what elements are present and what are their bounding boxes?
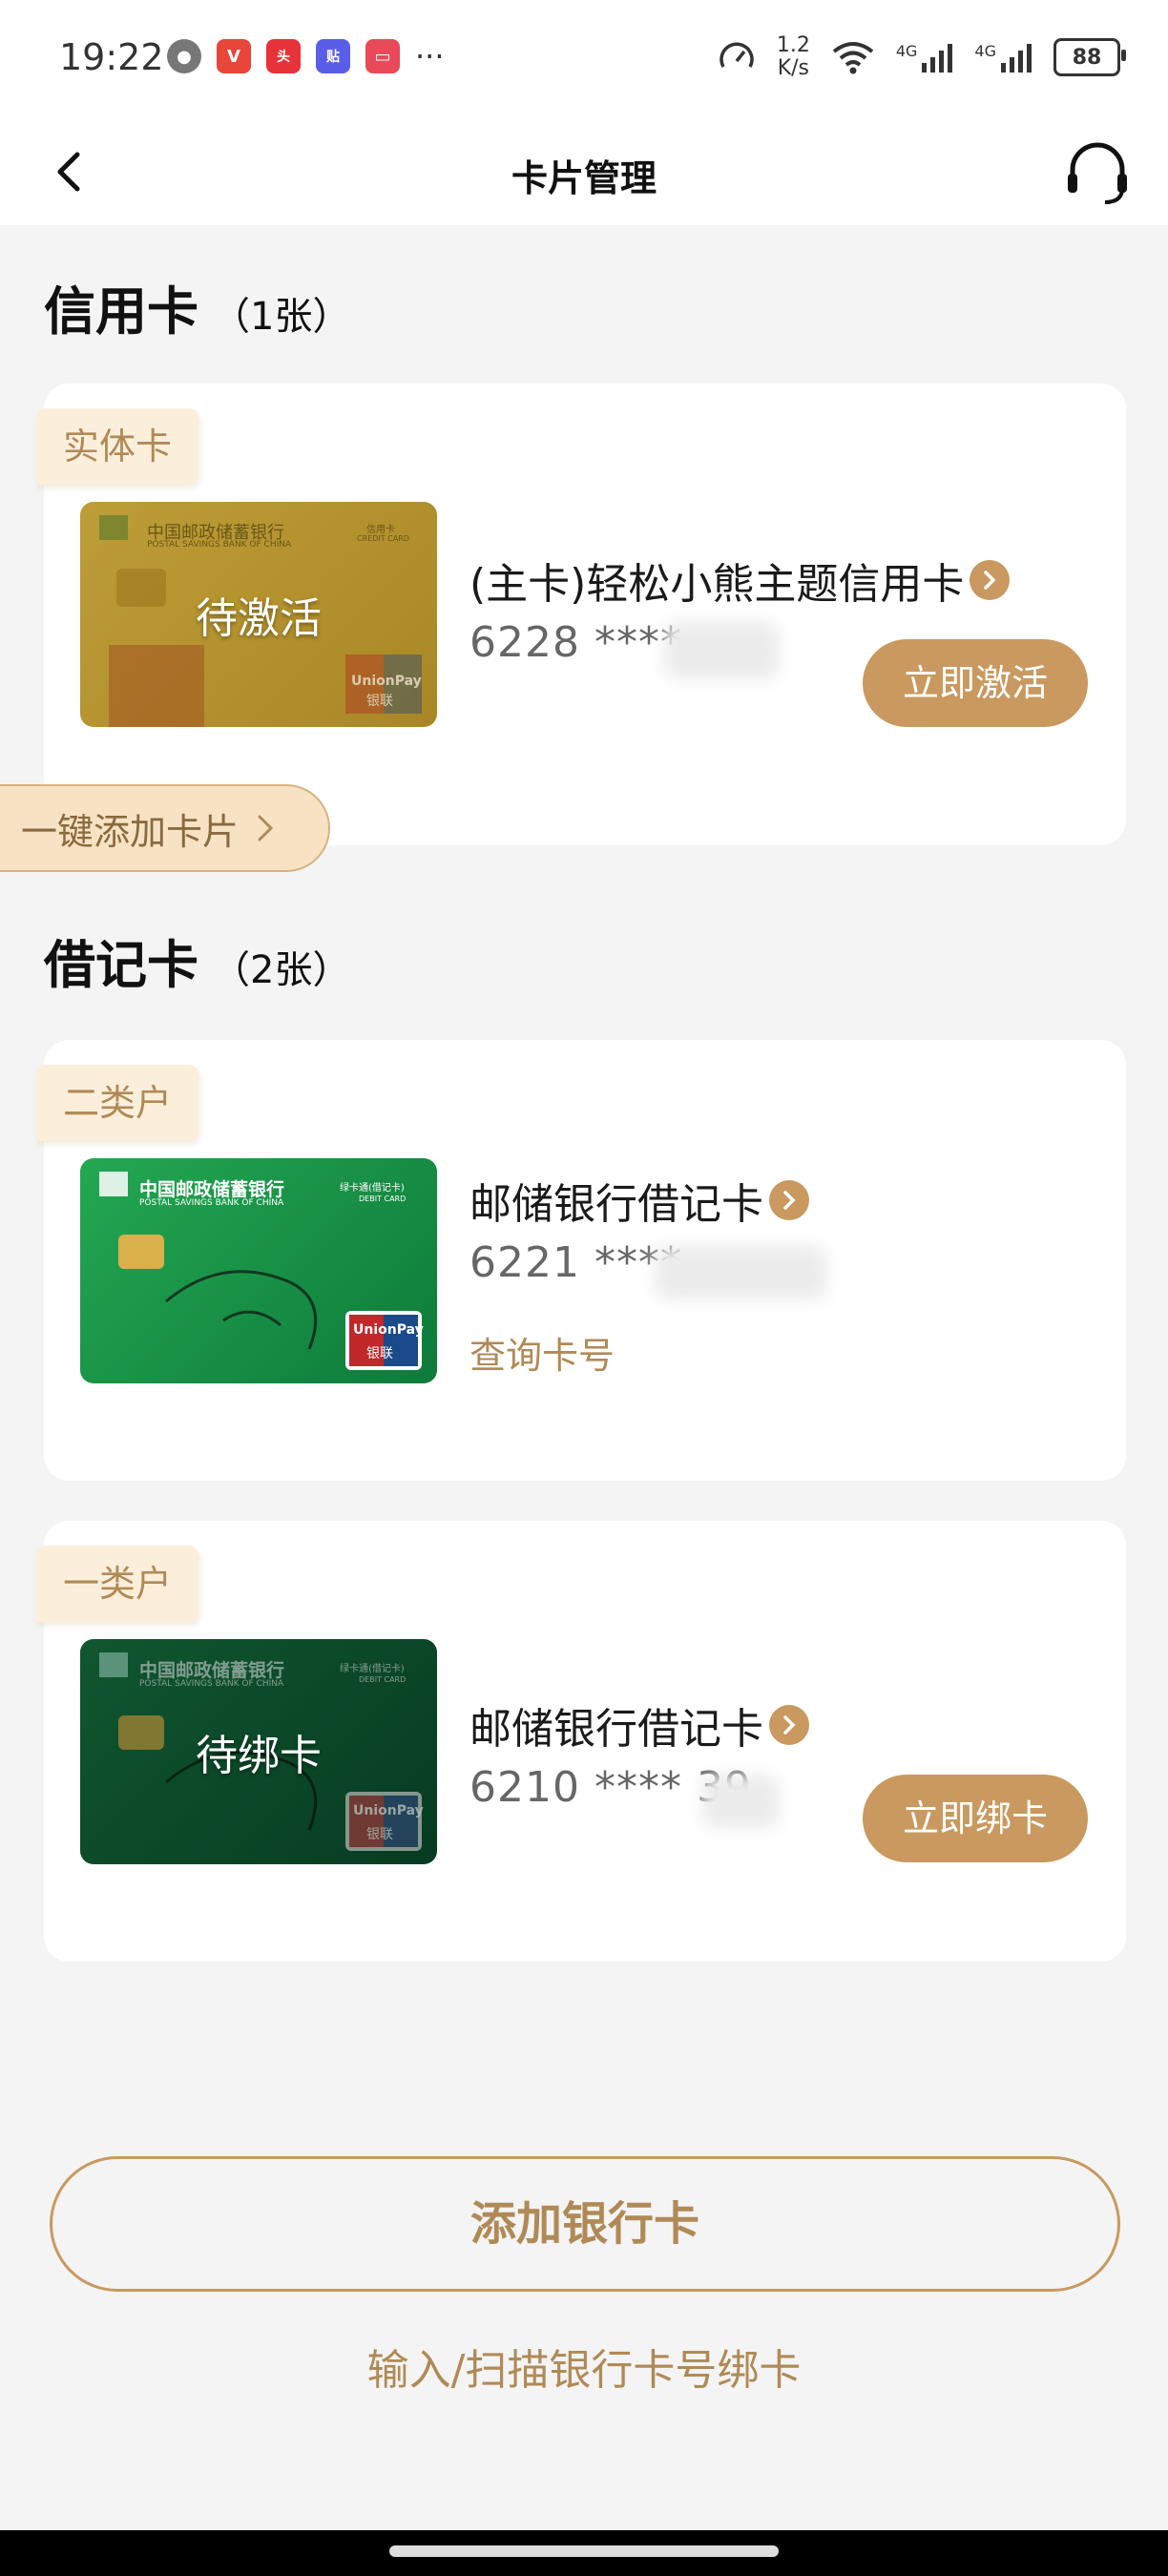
chevron-right-icon [258,815,274,841]
status-right: 1.2 K/s 4G 4G 88 [718,34,1126,80]
card-type-tag: 二类户 [36,1065,199,1141]
card-type-tag: 实体卡 [36,408,199,485]
activate-button[interactable]: 立即激活 [863,639,1088,727]
masked-number-blur [664,622,779,679]
add-bank-card-button[interactable]: 添加银行卡 [50,2156,1120,2292]
unionpay-cn: 银联 [366,1346,393,1361]
card-name[interactable]: 邮储银行借记卡 [469,1170,809,1231]
bind-card-button[interactable]: 立即绑卡 [863,1775,1088,1862]
card-number: 6221 **** [469,1238,682,1287]
battery-icon: 88 [1053,38,1126,76]
credit-card-item[interactable]: 实体卡 中国邮政储蓄银行 POSTAL SAVINGS BANK OF CHIN… [36,384,1126,845]
credit-count: （1张） [212,295,351,339]
speedometer-icon [720,42,754,68]
debit-card-image: 中国邮政储蓄银行 POSTAL SAVINGS BANK OF CHINA 绿卡… [80,1158,437,1383]
debit-section-title: 借记卡 （2张） [44,935,351,995]
nav-bar: 卡片管理 [0,122,1168,225]
card-name[interactable]: 邮储银行借记卡 [469,1694,809,1755]
card-bank-en: POSTAL SAVINGS BANK OF CHINA [139,1198,284,1208]
wifi-icon [832,42,874,74]
card-type-en: DEBIT CARD [359,1195,407,1203]
tieba-icon: 贴 [316,39,350,73]
card-type-label: 绿卡通(借记卡) [340,1183,405,1194]
toutiao-icon: 头 [266,39,301,73]
scan-card-link[interactable]: 输入/扫描银行卡号绑卡 [0,2336,1168,2397]
notification-icons: ● V 头 贴 ▭ ··· [167,38,445,74]
more-notifications-icon: ··· [415,38,445,74]
card-status-overlay: 待绑卡 [80,1639,437,1864]
debit-card-item[interactable]: 二类户 中国邮政储蓄银行 POSTAL SAVINGS BANK OF CHIN… [36,1040,1126,1481]
debit-card-item[interactable]: 一类户 中国邮政储蓄银行 POSTAL SAVINGS BANK OF CHIN… [36,1521,1126,1962]
chevron-right-icon [769,1180,809,1220]
signal-bars-icon [1001,44,1032,73]
card-status-overlay: 待激活 [80,502,437,727]
net-speed-unit: K/s [777,56,809,80]
masked-number-blur [655,1246,826,1299]
huawei-icon: ▭ [365,39,400,73]
customer-service-button[interactable] [1061,135,1134,208]
quick-add-card-button[interactable]: 一键添加卡片 [0,784,330,872]
net-speed-value: 1.2 [776,33,810,57]
card-type-tag: 一类户 [36,1546,199,1622]
query-card-number-link[interactable]: 查询卡号 [469,1326,615,1379]
unionpay-logo: UnionPay [353,1322,424,1338]
debit-card-image: 中国邮政储蓄银行 POSTAL SAVINGS BANK OF CHINA 绿卡… [80,1639,437,1864]
card-number: 6228 **** [469,618,682,667]
card-bank-name: 中国邮政储蓄银行 [139,1179,285,1200]
page-title: 卡片管理 [511,157,657,199]
signal-bars-icon [922,44,953,73]
card-name[interactable]: (主卡)轻松小熊主题信用卡 [469,550,1011,611]
status-time: 19:22 [59,36,164,78]
debit-count: （2张） [212,948,351,992]
home-indicator[interactable] [389,2545,779,2557]
headset-icon [1068,142,1127,204]
credit-card-image: 中国邮政储蓄银行 POSTAL SAVINGS BANK OF CHINA 信用… [80,502,437,727]
masked-number-blur [702,1775,779,1828]
signal-2: 4G [974,42,1032,73]
wechat-icon: ● [167,39,201,73]
vipshop-icon: V [217,39,251,73]
net-speed: 1.2 K/s [777,34,810,80]
status-bar: 19:22 ● V 头 贴 ▭ ··· 1.2 K/s 4G 4G 88 [0,0,1168,122]
battery-level: 88 [1072,45,1102,70]
credit-section-title: 信用卡 （1张） [44,281,351,342]
signal-1: 4G [896,42,954,73]
chevron-right-icon [970,560,1011,600]
chevron-right-icon [769,1705,809,1745]
